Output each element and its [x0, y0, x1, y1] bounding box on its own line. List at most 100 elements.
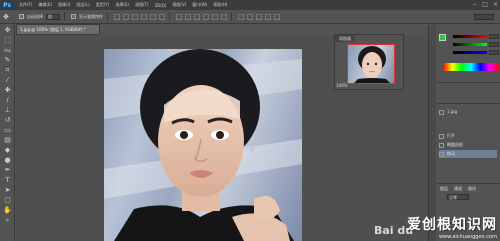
menu-select[interactable]: 选择(S) — [115, 2, 129, 8]
menu-filter[interactable]: 滤镜(T) — [135, 2, 149, 8]
lasso-tool-icon[interactable]: ᔓ — [2, 46, 13, 55]
distribute-top-icon[interactable] — [176, 13, 182, 20]
portrait-image — [104, 49, 302, 241]
move-tool-icon[interactable]: ✥ — [2, 26, 13, 35]
green-slider[interactable] — [453, 43, 487, 46]
hand-tool-icon[interactable]: ✋ — [2, 206, 13, 215]
align-icons — [114, 13, 165, 20]
maximize-button[interactable]: □ — [482, 1, 488, 8]
adjustments-panel — [437, 83, 500, 103]
distribute-bottom-icon[interactable] — [194, 13, 200, 20]
navigator-thumbnail[interactable] — [347, 44, 395, 84]
shape-tool-icon[interactable]: ▢ — [2, 196, 13, 205]
menu-view[interactable]: 视图(V) — [172, 2, 186, 8]
workspace-switcher[interactable] — [474, 14, 494, 20]
distribute-icons — [176, 13, 227, 20]
align-bottom-icon[interactable] — [132, 13, 138, 20]
distribute-center-icon[interactable] — [212, 13, 218, 20]
foreground-color-swatch[interactable] — [439, 34, 446, 41]
minimize-button[interactable]: − — [472, 1, 477, 8]
3d-mode-icons — [238, 13, 280, 20]
navigator-tab[interactable]: 导航器 — [335, 35, 355, 42]
divider — [231, 12, 232, 21]
history-step-icon — [439, 151, 444, 157]
photoshop-logo: Ps — [1, 0, 13, 10]
clone-stamp-tool-icon[interactable]: ⊥ — [2, 106, 13, 115]
color-spectrum[interactable] — [443, 63, 499, 71]
divider — [107, 12, 108, 21]
history-step-icon — [439, 142, 444, 148]
3d-rotate-icon[interactable] — [238, 13, 244, 20]
healing-brush-tool-icon[interactable]: ✚ — [2, 86, 13, 95]
document-tab[interactable]: 1.jpg @ 100% (图层 1, RGB/8#) * — [16, 24, 100, 35]
history-item-selected[interactable]: 移动 — [439, 150, 497, 158]
align-top-icon[interactable] — [114, 13, 120, 20]
menu-help[interactable]: 帮助(H) — [213, 2, 227, 8]
3d-roll-icon[interactable] — [247, 13, 253, 20]
move-tool-icon[interactable]: ✥ — [3, 13, 13, 21]
distribute-left-icon[interactable] — [203, 13, 209, 20]
color-panel — [437, 25, 500, 83]
menu-image[interactable]: 图像(I) — [58, 2, 70, 8]
blend-mode-dropdown[interactable]: 正常 — [447, 194, 469, 200]
path-select-tool-icon[interactable]: ➤ — [2, 186, 13, 195]
history-item[interactable]: 打开 — [439, 132, 497, 140]
eyedropper-tool-icon[interactable]: ⁄ — [2, 76, 13, 85]
window-controls: − □ × — [472, 1, 498, 8]
gradient-tool-icon[interactable]: ▤ — [2, 136, 13, 145]
crop-tool-icon[interactable]: ⌗ — [2, 66, 13, 75]
3d-slide-icon[interactable] — [265, 13, 271, 20]
blue-value[interactable] — [489, 50, 499, 55]
history-step-icon — [439, 133, 444, 139]
menu-window[interactable]: 窗口(W) — [192, 2, 207, 8]
menu-bar: Ps 文件(F) 编辑(E) 图像(I) 图层(L) 类型(Y) 选择(S) 滤… — [0, 0, 500, 10]
dodge-tool-icon[interactable]: ● — [2, 156, 13, 165]
tab-paths[interactable]: 路径 — [467, 186, 477, 192]
history-item[interactable]: 椭圆选框 — [439, 141, 497, 149]
green-value[interactable] — [489, 42, 499, 47]
blue-slider[interactable] — [453, 51, 487, 54]
red-slider[interactable] — [453, 35, 487, 38]
auto-select-label: 自动选择 — [27, 13, 43, 19]
tab-layers[interactable]: 图层 — [439, 186, 449, 192]
options-bar: ✥ 自动选择 组 显示变换控件 — [0, 10, 500, 24]
menu-edit[interactable]: 编辑(E) — [38, 2, 52, 8]
eraser-tool-icon[interactable]: ▭ — [2, 126, 13, 135]
pen-tool-icon[interactable]: ✒ — [2, 166, 13, 175]
brush-tool-icon[interactable]: ∕ — [2, 96, 13, 105]
close-button[interactable]: × — [493, 1, 498, 8]
tab-channels[interactable]: 通道 — [453, 186, 463, 192]
tools-panel: ✥ ⬚ ᔓ ✎ ⌗ ⁄ ✚ ∕ ⊥ ↺ ▭ ▤ ◆ ● ✒ T ➤ ▢ ✋ ⌕ — [0, 25, 15, 241]
menu-layer[interactable]: 图层(L) — [76, 2, 89, 8]
auto-select-dropdown[interactable]: 组 — [46, 13, 60, 20]
marquee-tool-icon[interactable]: ⬚ — [2, 36, 13, 45]
align-right-icon[interactable] — [159, 13, 165, 20]
3d-drag-icon[interactable] — [256, 13, 262, 20]
navigator-zoom[interactable]: 100% — [334, 82, 404, 90]
align-center-icon[interactable] — [150, 13, 156, 20]
history-item-label: 椭圆选框 — [447, 142, 463, 147]
navigator-preview — [354, 46, 390, 83]
align-middle-icon[interactable] — [123, 13, 129, 20]
distribute-right-icon[interactable] — [221, 13, 227, 20]
document-image[interactable] — [104, 49, 302, 241]
history-brush-tool-icon[interactable]: ↺ — [2, 116, 13, 125]
zoom-tool-icon[interactable]: ⌕ — [2, 216, 13, 225]
auto-select-checkbox[interactable] — [19, 14, 24, 19]
show-transform-label: 显示变换控件 — [79, 13, 103, 19]
quick-select-tool-icon[interactable]: ✎ — [2, 56, 13, 65]
blur-tool-icon[interactable]: ◆ — [2, 146, 13, 155]
align-left-icon[interactable] — [141, 13, 147, 20]
distribute-middle-icon[interactable] — [185, 13, 191, 20]
site-watermark: 爱创根知识网 www.aichuanggen.com — [407, 214, 497, 240]
menu-file[interactable]: 文件(F) — [19, 2, 32, 8]
menu-type[interactable]: 类型(Y) — [96, 2, 110, 8]
red-value[interactable] — [489, 34, 499, 39]
type-tool-icon[interactable]: T — [2, 176, 13, 185]
watermark-url: www.aichuanggen.com — [438, 234, 497, 240]
3d-scale-icon[interactable] — [274, 13, 280, 20]
history-item[interactable]: 1.jpg — [439, 108, 497, 116]
menu-3d[interactable]: 3D(D) — [155, 3, 167, 8]
show-transform-checkbox[interactable] — [71, 14, 76, 19]
watermark-title: 爱创根知识网 — [407, 217, 497, 233]
